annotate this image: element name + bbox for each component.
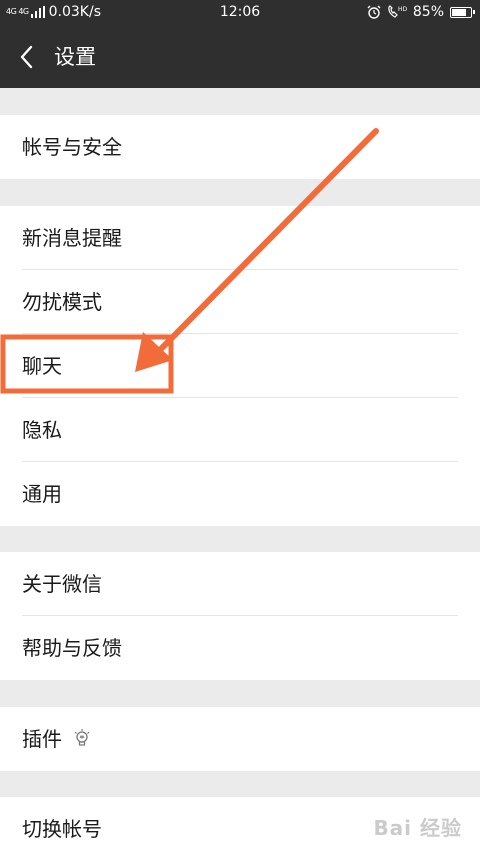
settings-item-general[interactable]: 通用 bbox=[0, 462, 480, 526]
hd-call-icon: HD bbox=[388, 5, 407, 18]
settings-group-about: 关于微信 帮助与反馈 bbox=[0, 552, 480, 680]
settings-group-main: 新消息提醒 勿扰模式 聊天 隐私 通用 bbox=[0, 206, 480, 526]
battery-icon bbox=[450, 6, 475, 18]
settings-item-label: 新消息提醒 bbox=[22, 226, 122, 250]
settings-item-new-message-alerts[interactable]: 新消息提醒 bbox=[0, 206, 480, 270]
settings-group-plugins: 插件 bbox=[0, 707, 480, 771]
alarm-icon bbox=[367, 5, 381, 19]
battery-fill bbox=[452, 8, 466, 16]
page-title: 设置 bbox=[54, 45, 96, 69]
settings-item-label: 勿扰模式 bbox=[22, 290, 102, 314]
settings-item-label: 关于微信 bbox=[22, 572, 102, 596]
battery-percent: 85% bbox=[412, 4, 444, 20]
settings-item-label: 切换帐号 bbox=[22, 817, 102, 841]
settings-item-chat[interactable]: 聊天 bbox=[0, 334, 480, 398]
settings-item-label: 插件 bbox=[22, 727, 62, 751]
settings-item-label: 通用 bbox=[22, 482, 62, 506]
svg-text:HD: HD bbox=[398, 6, 407, 13]
settings-item-plugins[interactable]: 插件 bbox=[0, 707, 480, 771]
nav-bar: 设置 bbox=[0, 26, 480, 88]
settings-item-label: 帮助与反馈 bbox=[22, 636, 122, 660]
settings-group-account: 帐号与安全 bbox=[0, 115, 480, 179]
status-right: HD 85% bbox=[361, 4, 475, 20]
settings-item-label: 帐号与安全 bbox=[22, 135, 122, 159]
settings-item-privacy[interactable]: 隐私 bbox=[0, 398, 480, 462]
watermark: Bai 经验 bbox=[373, 816, 462, 840]
settings-item-label: 聊天 bbox=[22, 354, 62, 378]
settings-item-account-security[interactable]: 帐号与安全 bbox=[0, 115, 480, 179]
chevron-left-icon[interactable] bbox=[14, 43, 40, 71]
status-bar: 4G 4G 0.03K/s 12:06 HD 85% bbox=[0, 0, 480, 26]
settings-item-do-not-disturb[interactable]: 勿扰模式 bbox=[0, 270, 480, 334]
lightbulb-icon bbox=[74, 729, 90, 746]
settings-item-about-wechat[interactable]: 关于微信 bbox=[0, 552, 480, 616]
settings-item-label: 隐私 bbox=[22, 418, 62, 442]
settings-item-help-feedback[interactable]: 帮助与反馈 bbox=[0, 616, 480, 680]
